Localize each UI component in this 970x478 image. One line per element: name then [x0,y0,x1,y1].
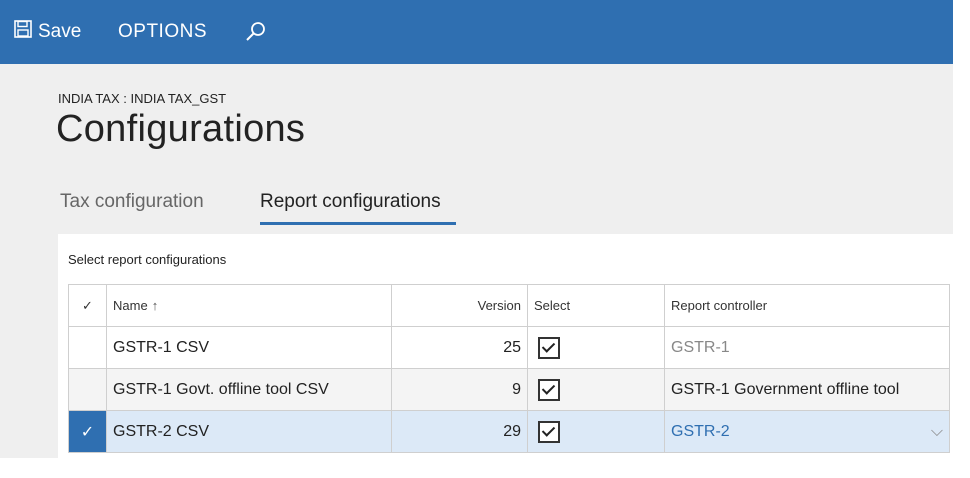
select-checkbox[interactable] [538,336,560,359]
section-label: Select report configurations [68,252,227,267]
select-all-checkbox[interactable]: ✓ [68,284,107,327]
page-title: Configurations [56,108,306,150]
row-version: 29 [391,410,528,453]
column-header-select[interactable]: Select [527,284,665,327]
tab-tax-configuration[interactable]: Tax configuration [60,191,204,223]
column-header-version[interactable]: Version [391,284,528,327]
row-select-cell [527,368,665,411]
row-selected-checkmark-icon[interactable]: ✓ [68,410,107,453]
save-button[interactable]: Save [14,0,81,64]
row-report-controller: GSTR-1 Government offline tool [664,368,950,411]
row-selector[interactable] [68,326,107,369]
row-report-controller: GSTR-1 [664,326,950,369]
action-bar: Save OPTIONS [0,0,953,64]
row-version: 25 [391,326,528,369]
breadcrumb: INDIA TAX : INDIA TAX_GST [58,91,227,106]
report-configurations-grid: ✓ Name ↑ Version Select Report controller… [68,284,950,453]
active-tab-indicator [260,222,456,225]
grid-header-row: ✓ Name ↑ Version Select Report controller [68,284,950,327]
report-controller-value: GSTR-2 [671,422,730,440]
select-checkbox[interactable] [538,378,560,401]
column-header-name[interactable]: Name ↑ [106,284,392,327]
row-select-cell [527,326,665,369]
row-selector[interactable] [68,368,107,411]
chevron-down-icon[interactable]: ⌵ [931,423,943,441]
column-header-report-controller[interactable]: Report controller [664,284,950,327]
row-name: GSTR-1 Govt. offline tool CSV [106,368,392,411]
table-row[interactable]: GSTR-1 CSV 25 GSTR-1 [68,326,950,369]
row-version: 9 [391,368,528,411]
save-icon [14,20,38,44]
save-label: Save [38,21,82,42]
search-icon[interactable] [244,0,268,64]
report-controller-dropdown[interactable]: GSTR-2 ⌵ [664,410,950,453]
sort-ascending-icon: ↑ [151,298,159,313]
column-header-name-label: Name [113,298,148,313]
row-name: GSTR-1 CSV [106,326,392,369]
options-button[interactable]: OPTIONS [118,0,207,64]
table-row[interactable]: ✓ GSTR-2 CSV 29 GSTR-2 ⌵ [68,410,950,453]
row-select-cell [527,410,665,453]
select-checkbox[interactable] [538,420,560,443]
tab-report-configurations[interactable]: Report configurations [260,191,441,223]
row-name: GSTR-2 CSV [106,410,392,453]
table-row[interactable]: GSTR-1 Govt. offline tool CSV 9 GSTR-1 G… [68,368,950,411]
